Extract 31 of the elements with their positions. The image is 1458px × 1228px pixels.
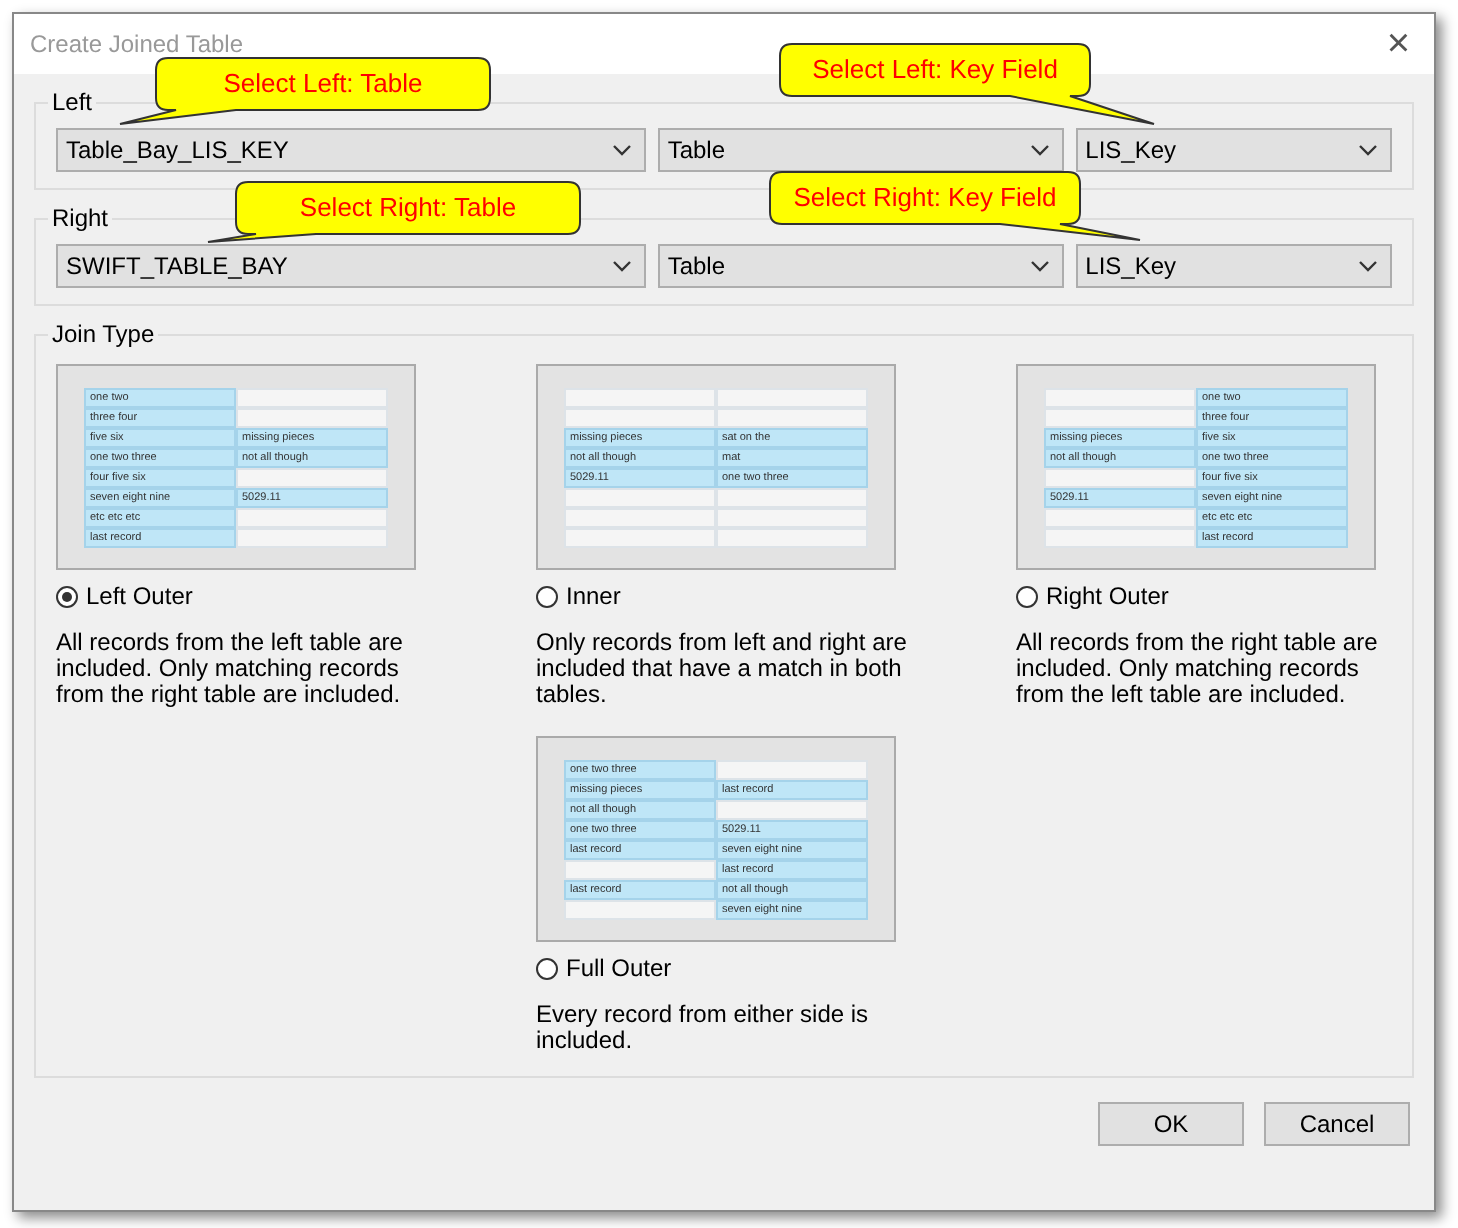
option-description: Every record from either side is included. xyxy=(536,1002,871,1054)
dropdown[interactable]: LIS_Key xyxy=(1075,244,1392,288)
chevron-down-icon xyxy=(1358,144,1378,156)
radio-option[interactable]: Left Outer xyxy=(56,582,436,610)
option-description: Only records from left and right are included that have a match in both tables. xyxy=(536,630,909,708)
radio-option[interactable]: Full Outer xyxy=(536,954,916,982)
close-button[interactable]: × xyxy=(1378,21,1418,67)
group-label: Join Type xyxy=(48,320,159,348)
dialog-button[interactable]: Cancel xyxy=(1264,1102,1410,1146)
option-description: All records from the left table are included. Only matching records from the right table are included. xyxy=(56,630,405,708)
callout-text: Select Right: Table xyxy=(297,192,519,222)
callout-text: Select Left: Key Field xyxy=(810,54,1060,84)
dialog-button[interactable]: OK xyxy=(1098,1102,1244,1146)
group-label: Right xyxy=(48,204,113,232)
dropdown[interactable]: Table xyxy=(657,244,1064,288)
chevron-down-icon xyxy=(611,144,632,156)
callout-text: Select Left: Table xyxy=(221,68,425,98)
dropdown[interactable]: SWIFT_TABLE_BAY xyxy=(56,244,646,288)
dropdown[interactable]: LIS_Key xyxy=(1075,128,1392,172)
callout-text: Select Right: Key Field xyxy=(791,182,1059,212)
group-label: Left xyxy=(48,88,97,116)
chevron-down-icon xyxy=(611,260,632,272)
dropdown[interactable]: Table_Bay_LIS_KEY xyxy=(56,128,646,172)
chevron-down-icon xyxy=(1029,144,1050,156)
chevron-down-icon xyxy=(1029,260,1050,272)
radio-option[interactable]: Inner xyxy=(536,582,916,610)
window-title: Create Joined Table xyxy=(30,30,244,58)
chevron-down-icon xyxy=(1358,260,1378,272)
option-description: All records from the right table are included. Only matching records from the left table are included. xyxy=(1016,630,1380,708)
radio-option[interactable]: Right Outer xyxy=(1016,582,1396,610)
dropdown[interactable]: Table xyxy=(657,128,1064,172)
